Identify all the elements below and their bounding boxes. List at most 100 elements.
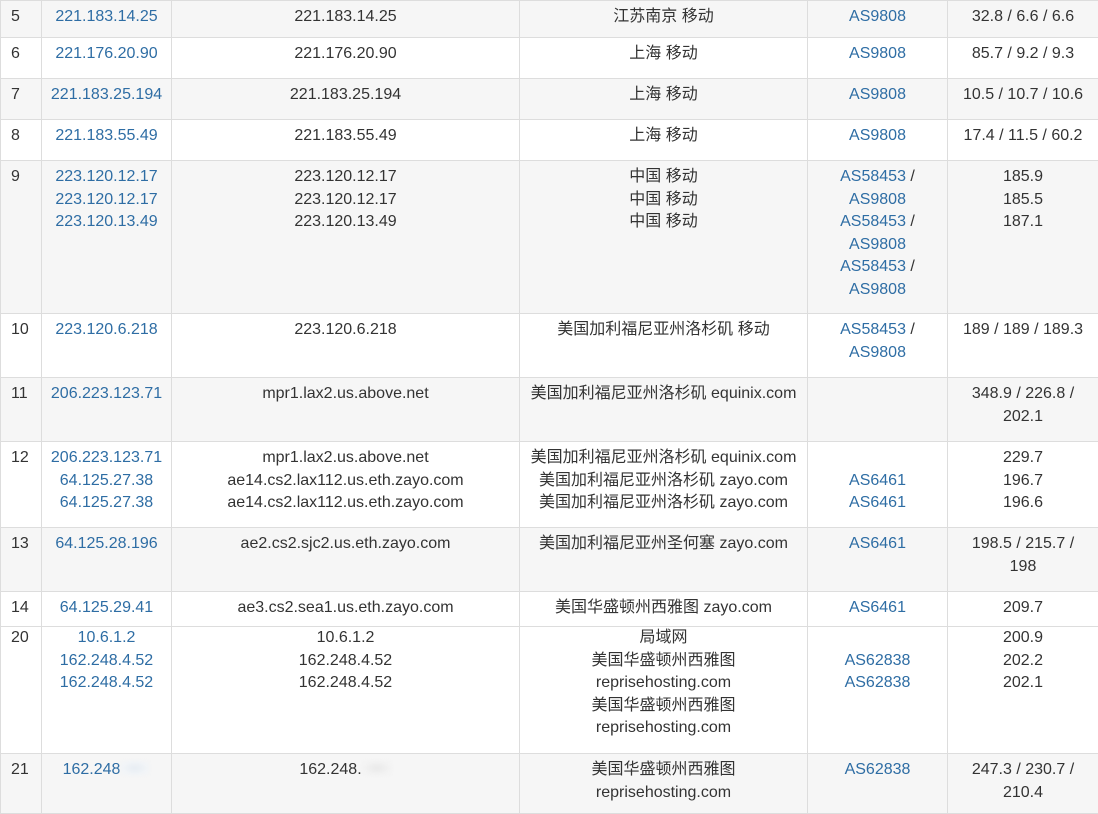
table-row: 10 223.120.6.218 223.120.6.218 美国加利福尼亚州洛…: [1, 314, 1098, 378]
table-row: 13 64.125.28.196 ae2.cs2.sjc2.us.eth.zay…: [1, 528, 1098, 592]
hop-number: 9: [1, 161, 42, 314]
location: reprisehosting.com: [524, 672, 803, 695]
hostname: ae2.cs2.sjc2.us.eth.zayo.com: [172, 528, 520, 592]
asn-link[interactable]: AS62838: [845, 761, 911, 778]
ip-link[interactable]: 64.125.27.38: [46, 492, 167, 515]
asn-link[interactable]: AS6461: [849, 599, 906, 616]
hostname: 10.6.1.2: [176, 627, 515, 650]
location: 中国 移动: [524, 189, 803, 212]
hop-number: 8: [1, 120, 42, 161]
latency: 229.7: [952, 447, 1094, 470]
location: 美国加利福尼亚州洛杉矶 equinix.com: [520, 378, 808, 442]
asn-empty: [812, 447, 943, 470]
ip-link[interactable]: 10.6.1.2: [46, 627, 167, 650]
latency: 198: [952, 556, 1094, 579]
asn-link[interactable]: AS62838: [812, 650, 943, 673]
hostname: 223.120.13.49: [176, 211, 515, 234]
latency: 189 / 189 / 189.3: [948, 314, 1098, 378]
location: reprisehosting.com: [524, 717, 803, 740]
asn-link[interactable]: AS6461: [849, 535, 906, 552]
ip-link[interactable]: 223.120.6.218: [55, 321, 157, 338]
location: 上海 移动: [520, 120, 808, 161]
table-row: 12 206.223.123.71 64.125.27.38 64.125.27…: [1, 442, 1098, 528]
hop-number: 13: [1, 528, 42, 592]
asn-pair: AS58453 /AS9808: [812, 256, 943, 301]
redacted-blur: [120, 760, 150, 776]
asn-link[interactable]: AS6461: [812, 470, 943, 493]
asn-empty: [808, 378, 948, 442]
location: 江苏南京 移动: [520, 1, 808, 38]
ip-link[interactable]: 221.183.14.25: [55, 8, 157, 25]
table-row: 5 221.183.14.25 221.183.14.25 江苏南京 移动 AS…: [1, 1, 1098, 38]
hostname: 162.248.4.52: [176, 672, 515, 695]
hop-number: 6: [1, 38, 42, 79]
latency: 185.9: [952, 166, 1094, 189]
location: 美国加利福尼亚州洛杉矶 equinix.com: [524, 447, 803, 470]
latency: 196.7: [952, 470, 1094, 493]
location: 美国华盛顿州西雅图: [524, 759, 803, 782]
ip-link[interactable]: 64.125.28.196: [55, 535, 157, 552]
location: 美国加利福尼亚州洛杉矶 zayo.com: [524, 492, 803, 515]
asn-link[interactable]: AS9808: [849, 8, 906, 25]
asn-link[interactable]: AS58453: [840, 258, 906, 275]
hostname: ae3.cs2.sea1.us.eth.zayo.com: [172, 592, 520, 627]
location: 美国华盛顿州西雅图: [524, 695, 803, 718]
ip-link[interactable]: 223.120.13.49: [46, 211, 167, 234]
latency: 185.5: [952, 189, 1094, 212]
location: 美国加利福尼亚州圣何塞 zayo.com: [520, 528, 808, 592]
ip-link[interactable]: 162.248.4.52: [46, 672, 167, 695]
asn-link[interactable]: AS9808: [849, 236, 906, 253]
hostname: mpr1.lax2.us.above.net: [172, 378, 520, 442]
ip-link[interactable]: 64.125.27.38: [46, 470, 167, 493]
location: 美国加利福尼亚州洛杉矶 移动: [520, 314, 808, 378]
hop-number: 21: [1, 754, 42, 814]
asn-link[interactable]: AS62838: [812, 672, 943, 695]
latency: 348.9 / 226.8 /: [952, 383, 1094, 406]
asn-link[interactable]: AS9808: [849, 191, 906, 208]
asn-link[interactable]: AS6461: [812, 492, 943, 515]
table-row: 14 64.125.29.41 ae3.cs2.sea1.us.eth.zayo…: [1, 592, 1098, 627]
latency: 202.1: [952, 406, 1094, 429]
hop-number: 7: [1, 79, 42, 120]
asn-pair: AS58453 /AS9808: [812, 166, 943, 211]
asn-link[interactable]: AS58453: [840, 321, 906, 338]
latency: 17.4 / 11.5 / 60.2: [948, 120, 1098, 161]
latency: 198.5 / 215.7 /: [952, 533, 1094, 556]
ip-link[interactable]: 221.176.20.90: [55, 45, 157, 62]
asn-link[interactable]: AS9808: [849, 344, 906, 361]
asn-link[interactable]: AS58453: [840, 168, 906, 185]
asn-link[interactable]: AS9808: [849, 45, 906, 62]
table-row: 9 223.120.12.17 223.120.12.17 223.120.13…: [1, 161, 1098, 314]
ip-link[interactable]: 221.183.25.194: [51, 86, 162, 103]
hostname: 223.120.12.17: [176, 189, 515, 212]
latency: 196.6: [952, 492, 1094, 515]
hostname: 162.248.4.52: [176, 650, 515, 673]
latency: 200.9: [952, 627, 1094, 650]
location: 上海 移动: [520, 79, 808, 120]
ip-link[interactable]: 162.248: [63, 761, 121, 778]
asn-link[interactable]: AS9808: [849, 281, 906, 298]
ip-link[interactable]: 223.120.12.17: [46, 189, 167, 212]
location: 局域网: [524, 627, 803, 650]
hop-number: 5: [1, 1, 42, 38]
ip-link[interactable]: 206.223.123.71: [46, 447, 167, 470]
asn-link[interactable]: AS9808: [849, 86, 906, 103]
asn-link[interactable]: AS9808: [849, 127, 906, 144]
hostname: ae14.cs2.lax112.us.eth.zayo.com: [176, 492, 515, 515]
latency: 10.5 / 10.7 / 10.6: [948, 79, 1098, 120]
latency: 85.7 / 9.2 / 9.3: [948, 38, 1098, 79]
latency: 209.7: [948, 592, 1098, 627]
ip-link[interactable]: 64.125.29.41: [60, 599, 153, 616]
ip-link[interactable]: 221.183.55.49: [55, 127, 157, 144]
ip-link[interactable]: 162.248.4.52: [46, 650, 167, 673]
asn-link[interactable]: AS58453: [840, 213, 906, 230]
location: 美国加利福尼亚州洛杉矶 zayo.com: [524, 470, 803, 493]
table-row: 11 206.223.123.71 mpr1.lax2.us.above.net…: [1, 378, 1098, 442]
hostname: 162.248.: [299, 761, 361, 778]
hostname: 223.120.6.218: [172, 314, 520, 378]
ip-link[interactable]: 206.223.123.71: [51, 385, 162, 402]
ip-link[interactable]: 223.120.12.17: [46, 166, 167, 189]
latency: 187.1: [952, 211, 1094, 234]
hop-number: 14: [1, 592, 42, 627]
table-row: 20 10.6.1.2 162.248.4.52 162.248.4.52 10…: [1, 627, 1098, 754]
